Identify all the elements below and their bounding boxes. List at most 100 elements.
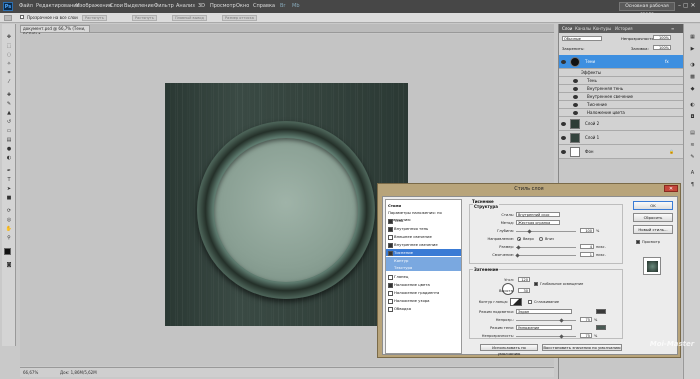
quick-mask-icon[interactable]: ◙	[5, 262, 13, 268]
size-field[interactable]: 4	[580, 244, 594, 249]
styles-header[interactable]: Стили	[386, 202, 461, 209]
layer-effects-row[interactable]: Эффекты	[559, 69, 683, 77]
eyedropper-tool-icon[interactable]: ⁄	[5, 79, 13, 85]
soften-field[interactable]: 1	[580, 252, 594, 257]
layer-name[interactable]: Слой 2	[585, 117, 599, 131]
document-canvas[interactable]	[165, 83, 408, 326]
window-controls[interactable]: – ▢ ✕	[678, 2, 698, 11]
bevel-style-select[interactable]: Внутренний скос	[516, 212, 560, 217]
option-button-1[interactable]: Растянуть	[82, 15, 107, 21]
menu-view[interactable]: Просмотр	[210, 3, 236, 9]
style-item-color-overlay[interactable]: Наложение цвета	[386, 281, 461, 288]
menu-window[interactable]: Окно	[236, 3, 249, 9]
tab-layers[interactable]: Слои	[562, 26, 572, 31]
depth-slider[interactable]	[516, 231, 576, 232]
swatches-panel-icon[interactable]: ▩	[688, 74, 697, 82]
tab-history[interactable]: История	[615, 26, 633, 31]
size-slider[interactable]	[516, 247, 576, 248]
style-item-drop-shadow[interactable]: Тень	[386, 217, 461, 224]
effect-eye-icon[interactable]	[573, 111, 578, 115]
effect-eye-icon[interactable]	[573, 87, 578, 91]
visibility-eye-icon[interactable]	[561, 60, 566, 64]
3d-camera-tool-icon[interactable]: ◎	[5, 217, 13, 223]
bridge-button[interactable]: Br	[280, 3, 286, 9]
tool-preset-icon[interactable]	[4, 15, 12, 21]
style-item-inner-glow[interactable]: Внутреннее свечение	[386, 241, 461, 248]
menu-analysis[interactable]: Анализ	[176, 3, 195, 9]
highlight-mode-select[interactable]: Экран	[516, 309, 572, 314]
direction-up-radio[interactable]	[517, 237, 521, 241]
history-panel-icon[interactable]: ▦	[688, 34, 697, 42]
fill-field[interactable]: 100%	[653, 45, 671, 50]
gradient-tool-icon[interactable]: ▤	[5, 137, 13, 143]
dodge-tool-icon[interactable]: ◐	[5, 155, 13, 161]
close-icon[interactable]: ✕	[664, 185, 678, 192]
menu-file[interactable]: Файл	[19, 3, 33, 9]
history-brush-tool-icon[interactable]: ↺	[5, 119, 13, 125]
menu-filter[interactable]: Фильтр	[154, 3, 174, 9]
menu-layers[interactable]: Слои	[110, 3, 123, 9]
styles-panel-icon[interactable]: ◆	[688, 86, 697, 94]
new-style-button[interactable]: Новый стиль...	[633, 225, 673, 234]
layer-row-shadows[interactable]: Тени fx	[559, 55, 683, 69]
channels-panel-icon[interactable]: ≋	[688, 142, 697, 150]
style-item-texture[interactable]: Текстура	[386, 264, 461, 271]
make-default-button[interactable]: Использовать по умолчанию	[480, 344, 538, 356]
gloss-contour-picker[interactable]	[510, 298, 522, 306]
effect-row-color-overlay[interactable]: Наложение цвета	[559, 109, 683, 117]
effect-row-drop-shadow[interactable]: Тень	[559, 77, 683, 85]
menu-edit[interactable]: Редактирование	[36, 3, 80, 9]
pen-tool-icon[interactable]: ✒	[5, 168, 13, 174]
crop-tool-icon[interactable]: ⌗	[5, 70, 13, 76]
character-panel-icon[interactable]: A	[688, 170, 697, 178]
marquee-tool-icon[interactable]: ⬚	[5, 43, 13, 49]
menu-3d[interactable]: 3D	[198, 3, 205, 9]
masks-panel-icon[interactable]: ◘	[688, 114, 697, 122]
highlight-opacity-slider[interactable]	[516, 320, 576, 321]
layer-name[interactable]: Фон	[585, 145, 594, 159]
effect-row-bevel[interactable]: Тиснение	[559, 101, 683, 109]
actions-panel-icon[interactable]: ▶	[688, 46, 697, 54]
layer-row-background[interactable]: Фон 🔒	[559, 145, 683, 159]
style-item-pattern-overlay[interactable]: Наложение узора	[386, 297, 461, 304]
brush-tool-icon[interactable]: ✎	[5, 101, 13, 107]
blending-options-item[interactable]: Параметры наложения: по умолчанию	[386, 209, 461, 222]
adjustments-panel-icon[interactable]: ◐	[688, 102, 697, 110]
shadow-color-swatch[interactable]	[596, 325, 606, 330]
style-item-stroke[interactable]: Обводка	[386, 305, 461, 312]
effect-row-inner-shadow[interactable]: Внутренняя тень	[559, 85, 683, 93]
shadow-opacity-slider[interactable]	[516, 336, 576, 337]
visibility-eye-icon[interactable]	[561, 122, 566, 126]
menu-help[interactable]: Справка	[253, 3, 275, 9]
style-item-inner-shadow[interactable]: Внутренняя тень	[386, 225, 461, 232]
tab-paths[interactable]: Контуры	[593, 26, 611, 31]
fx-icon[interactable]: fx	[665, 57, 669, 67]
soften-slider[interactable]	[516, 255, 576, 256]
visibility-eye-icon[interactable]	[561, 150, 566, 154]
highlight-opacity-field[interactable]: 75	[580, 317, 592, 322]
healing-tool-icon[interactable]: ✚	[5, 92, 13, 98]
zoom-tool-icon[interactable]: ⚲	[5, 235, 13, 241]
visibility-eye-icon[interactable]	[561, 136, 566, 140]
style-item-contour[interactable]: Контур	[386, 257, 461, 264]
document-tab[interactable]: документ.psd @ 66,7% (Тени, RGB/8) *	[20, 25, 90, 37]
type-tool-icon[interactable]: T	[5, 177, 13, 183]
option-button-4[interactable]: Размер оттиска	[222, 15, 257, 21]
effect-eye-icon[interactable]	[573, 79, 578, 83]
highlight-color-swatch[interactable]	[596, 309, 606, 314]
opacity-field[interactable]: 100%	[653, 35, 671, 40]
workspace-switcher[interactable]: Основная рабочая среда	[619, 2, 675, 17]
style-item-outer-glow[interactable]: Внешнее свечение	[386, 233, 461, 240]
style-item-gradient-overlay[interactable]: Наложение градиента	[386, 289, 461, 296]
global-light-checkbox[interactable]	[534, 282, 538, 286]
menu-image[interactable]: Изображение	[76, 3, 112, 9]
all-layers-checkbox[interactable]	[20, 15, 24, 19]
layers-panel-icon[interactable]: ▤	[688, 130, 697, 138]
depth-field[interactable]: 100	[580, 228, 594, 233]
layer-row-1[interactable]: Слой 1	[559, 131, 683, 145]
cancel-button[interactable]: Сбросить	[633, 213, 673, 222]
paths-panel-icon[interactable]: ✎	[688, 154, 697, 162]
effect-row-inner-glow[interactable]: Внутреннее свечение	[559, 93, 683, 101]
ok-button[interactable]: OK	[633, 201, 673, 210]
path-select-tool-icon[interactable]: ➤	[5, 186, 13, 192]
